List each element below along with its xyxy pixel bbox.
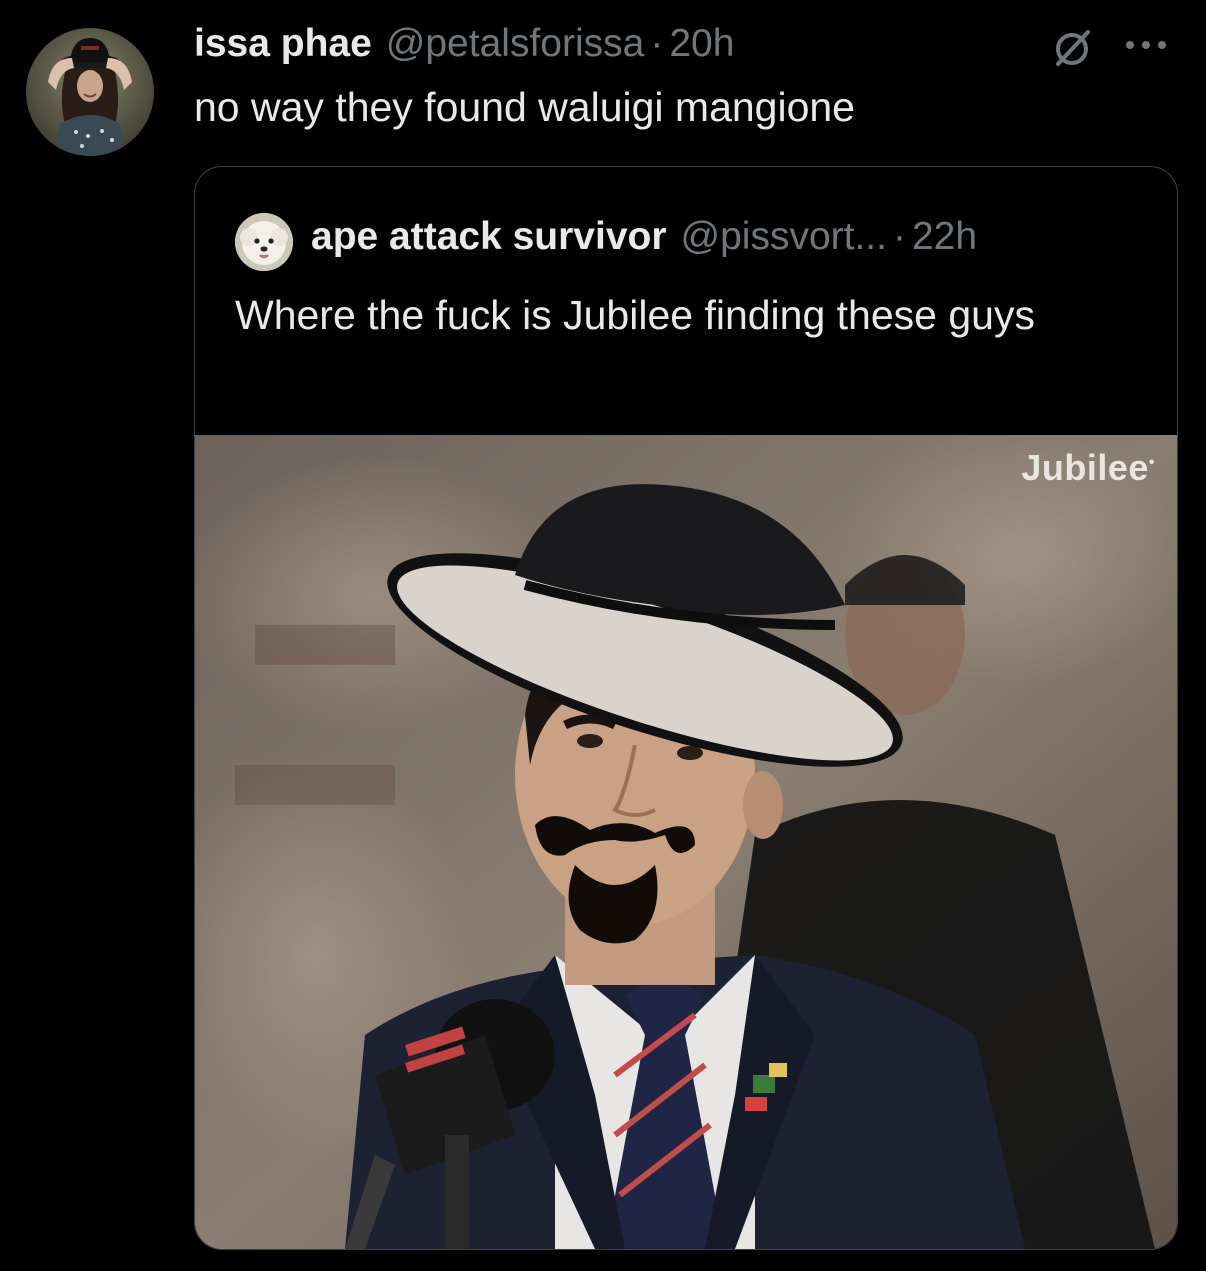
jubilee-watermark: Jubilee• bbox=[1021, 447, 1155, 488]
quoted-tweet[interactable]: ape attack survivor @pissvort... · 22h W… bbox=[194, 166, 1178, 1250]
quoted-display-name[interactable]: ape attack survivor bbox=[311, 215, 667, 259]
user-handle[interactable]: @petalsforissa bbox=[386, 22, 645, 66]
tweet[interactable]: issa phae @petalsforissa · 20h no way th… bbox=[0, 0, 1206, 1271]
dog-avatar[interactable] bbox=[235, 213, 293, 271]
user-avatar[interactable] bbox=[26, 28, 154, 156]
edited-circle-slash-icon[interactable] bbox=[1048, 24, 1096, 72]
separator-dot: · bbox=[650, 22, 664, 65]
quoted-user-handle[interactable]: @pissvort... bbox=[681, 215, 887, 259]
more-dots-icon[interactable] bbox=[1120, 30, 1172, 60]
tweet-timestamp[interactable]: 20h bbox=[669, 22, 734, 66]
quoted-tweet-text: Where the fuck is Jubilee finding these … bbox=[235, 292, 1035, 338]
tweet-header: issa phae @petalsforissa · 20h bbox=[194, 22, 734, 72]
separator-dot: · bbox=[892, 215, 906, 258]
quoted-tweet-header: ape attack survivor @pissvort... · 22h bbox=[311, 215, 977, 259]
quoted-tweet-image[interactable]: Jubilee• bbox=[195, 435, 1177, 1249]
display-name[interactable]: issa phae bbox=[194, 22, 372, 66]
tweet-text: no way they found waluigi mangione bbox=[194, 84, 855, 130]
quoted-tweet-timestamp[interactable]: 22h bbox=[912, 215, 977, 259]
